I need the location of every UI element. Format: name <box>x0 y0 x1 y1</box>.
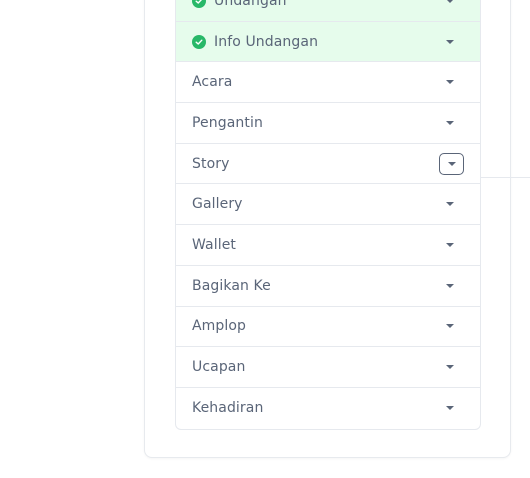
accordion-item-kehadiran[interactable]: Kehadiran <box>176 388 480 429</box>
accordion-item-label: Story <box>192 155 230 172</box>
chevron-down-icon[interactable] <box>441 403 459 413</box>
accordion-item-pengantin[interactable]: Pengantin <box>176 103 480 144</box>
accordion-item-label: Kehadiran <box>192 400 264 417</box>
chevron-down-icon[interactable] <box>441 362 459 372</box>
accordion-item-label: Wallet <box>192 236 237 253</box>
accordion-item-undangan[interactable]: Undangan <box>176 0 480 22</box>
accordion-item-label: Info Undangan <box>214 33 319 50</box>
chevron-down-icon[interactable] <box>441 77 459 87</box>
accordion-item-amplop[interactable]: Amplop <box>176 307 480 348</box>
section-accordion: Undangan Info Undangan Acara Pengantin S… <box>175 0 481 430</box>
accordion-item-label: Bagikan Ke <box>192 277 271 294</box>
accordion-item-story[interactable]: Story <box>176 144 480 185</box>
chevron-down-icon[interactable] <box>441 37 459 47</box>
check-circle-icon <box>192 34 206 49</box>
chevron-down-icon[interactable] <box>441 240 459 250</box>
accordion-item-label: Ucapan <box>192 359 246 376</box>
accordion-item-label: Gallery <box>192 196 243 213</box>
accordion-item-bagikan-ke[interactable]: Bagikan Ke <box>176 266 480 307</box>
chevron-down-icon[interactable] <box>441 281 459 291</box>
check-circle-icon <box>192 0 206 8</box>
accordion-item-gallery[interactable]: Gallery <box>176 184 480 226</box>
accordion-item-label: Pengantin <box>192 114 263 131</box>
chevron-down-icon[interactable] <box>439 152 464 175</box>
accordion-item-wallet[interactable]: Wallet <box>176 225 480 266</box>
accordion-item-label: Amplop <box>192 318 247 335</box>
accordion-item-ucapan[interactable]: Ucapan <box>176 347 480 388</box>
accordion-item-label: Acara <box>192 74 233 91</box>
accordion-item-label: Undangan <box>214 0 287 9</box>
chevron-down-icon[interactable] <box>441 0 459 6</box>
chevron-down-icon[interactable] <box>441 321 459 331</box>
accordion-item-acara[interactable]: Acara <box>176 62 480 104</box>
accordion-item-info-undangan[interactable]: Info Undangan <box>176 21 480 63</box>
chevron-down-icon[interactable] <box>441 199 459 209</box>
chevron-down-icon[interactable] <box>441 118 459 128</box>
